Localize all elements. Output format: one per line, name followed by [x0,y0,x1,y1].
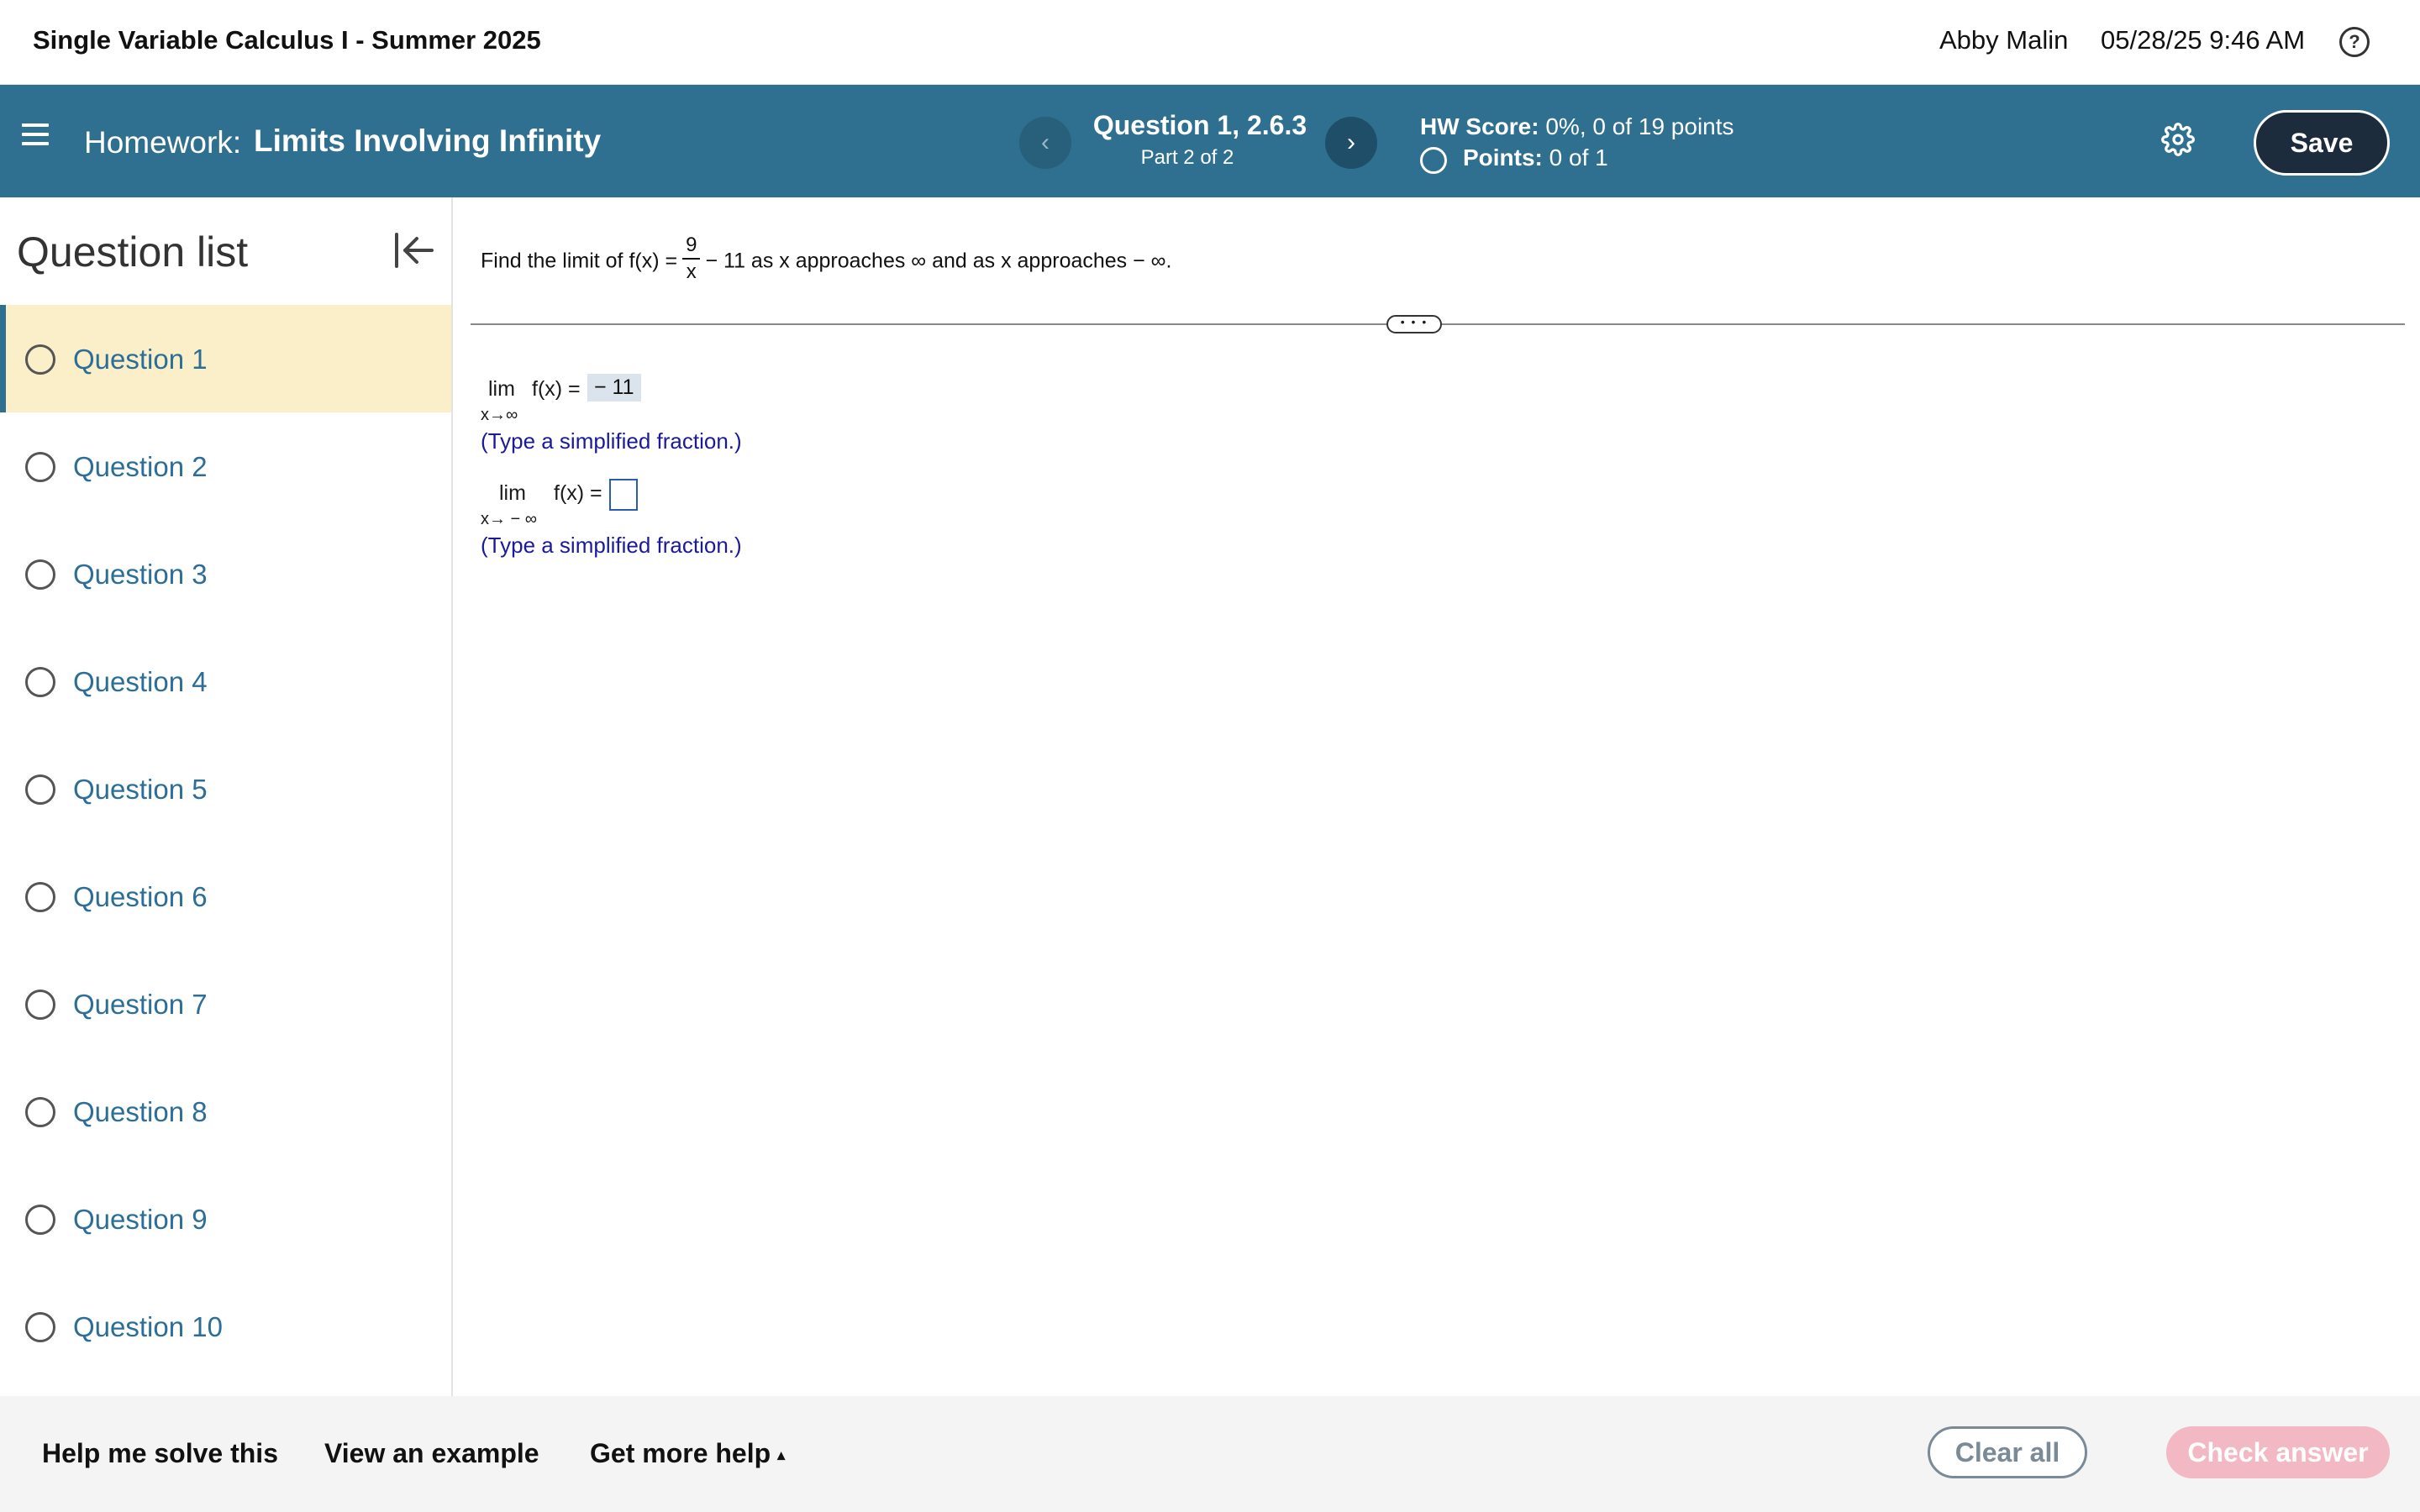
hw-score-value: 0%, 0 of 19 points [1545,113,1734,139]
problem-suffix: − 11 as x approaches ∞ and as x approach… [705,249,1172,273]
question-label: Question 10 [73,1311,223,1342]
top-bar: Single Variable Calculus I - Summer 2025… [0,0,2420,85]
get-more-help-label: Get more help [590,1438,771,1468]
collapse-sidebar-icon[interactable] [392,231,435,270]
question-status-icon [25,559,55,590]
homework-header: Homework: Limits Involving Infinity ‹ Qu… [0,85,2420,197]
settings-gear-icon[interactable] [2161,123,2195,156]
check-answer-button[interactable]: Check answer [2166,1426,2390,1478]
help-icon[interactable]: ? [2339,27,2370,57]
limit-subscript-negative: x→ − ∞ [481,510,538,528]
question-label: Question 3 [73,559,208,590]
question-status-icon [25,452,55,482]
question-item-1[interactable]: Question 1 [0,305,451,412]
question-status-icon [25,1312,55,1342]
save-button[interactable]: Save [2254,110,2390,176]
problem-prefix: Find the limit of f(x) = [481,249,678,273]
question-status-icon [25,990,55,1020]
homework-prefix: Homework: [84,125,242,160]
get-more-help-button[interactable]: Get more help ▴ [590,1438,785,1469]
previous-question-button[interactable]: ‹ [1019,117,1071,169]
points-label: Points: [1463,144,1543,171]
question-item-2[interactable]: Question 2 [0,412,451,520]
question-part: Part 2 of 2 [1140,146,1234,169]
caret-up-icon: ▴ [777,1446,786,1463]
question-item-5[interactable]: Question 5 [0,735,451,843]
question-label: Question 4 [73,666,208,697]
limit-word: lim [499,481,526,505]
homework-name: Limits Involving Infinity [254,123,602,158]
question-status-icon [25,1097,55,1127]
question-status-icon [25,667,55,697]
fraction: 9x [682,233,701,285]
question-list: Question 1 Question 2 Question 3 Questio… [0,305,451,1380]
fraction-numerator: 9 [682,233,701,260]
limit-subscript-positive: x→∞ [481,406,518,424]
question-status-icon [25,882,55,912]
question-label: Question 7 [73,989,208,1020]
points-value: 0 of 1 [1549,144,1608,171]
question-panel: Find the limit of f(x) = 9 x − 11 as x appr… [455,197,2420,1396]
question-item-7[interactable]: Question 7 [0,950,451,1058]
view-example-button[interactable]: View an example [324,1438,539,1469]
question-label: Question 5 [73,774,208,805]
bottom-toolbar: Help me solve this View an example Get m… [0,1396,2420,1512]
question-label: Question 6 [73,881,208,912]
datetime: 05/28/25 9:46 AM [2101,25,2306,55]
question-status-icon [25,774,55,805]
hw-score-label: HW Score: [1420,113,1539,139]
question-list-sidebar: Question list Question 1 Question 2 Ques… [0,197,453,1396]
question-item-10[interactable]: Question 10 [0,1273,451,1380]
question-item-3[interactable]: Question 3 [0,520,451,627]
question-label: Question 1 [73,344,208,375]
menu-icon[interactable] [22,123,49,149]
fx-label: f(x) = [554,481,602,505]
points-status-icon [1420,147,1447,174]
next-question-button[interactable]: › [1325,117,1377,169]
fraction-denominator: x [686,260,697,283]
hint-negative: (Type a simplified fraction.) [481,533,742,558]
fx-label: f(x) = [532,377,581,401]
question-item-4[interactable]: Question 4 [0,627,451,735]
hint-positive: (Type a simplified fraction.) [481,428,742,454]
question-item-6[interactable]: Question 6 [0,843,451,950]
problem-statement: Find the limit of f(x) = 9 x − 11 as x appr… [481,233,1172,288]
answer-positive-infinity[interactable]: − 11 [587,374,641,402]
question-item-9[interactable]: Question 9 [0,1165,451,1273]
resize-handle[interactable]: • • • [1386,315,1442,333]
help-me-solve-button[interactable]: Help me solve this [42,1438,278,1469]
question-label: Question 2 [73,451,208,482]
hw-score: HW Score: 0%, 0 of 19 points [1420,113,1734,140]
points: Points: 0 of 1 [1463,144,1608,171]
question-label: Question 9 [73,1204,208,1235]
question-title: Question 1, 2.6.3 [1092,110,1307,140]
question-item-8[interactable]: Question 8 [0,1058,451,1165]
question-status-icon [25,344,55,375]
question-status-icon [25,1205,55,1235]
question-list-title: Question list [17,228,249,276]
question-label: Question 8 [73,1096,208,1127]
clear-all-button[interactable]: Clear all [1928,1426,2087,1478]
user-name: Abby Malin [1939,25,2069,55]
limit-word: lim [488,377,515,401]
course-title: Single Variable Calculus I - Summer 2025 [33,25,541,55]
answer-negative-infinity-input[interactable] [609,479,638,511]
